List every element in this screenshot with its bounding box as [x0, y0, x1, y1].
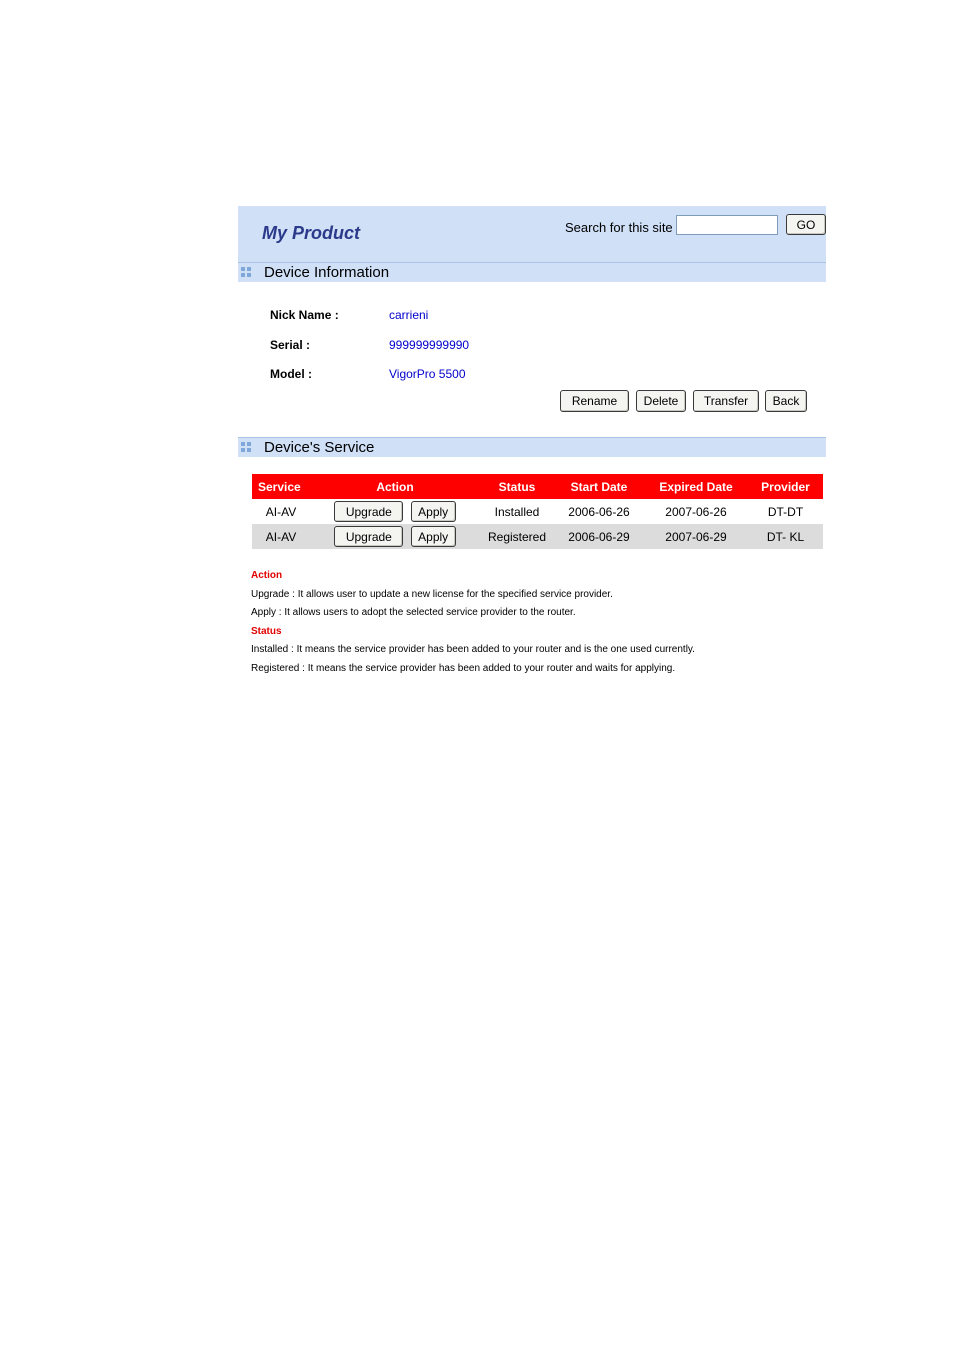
- device-information-title: Device Information: [264, 264, 390, 281]
- grid-icon: [241, 267, 251, 277]
- installed-note: Installed : It means the service provide…: [251, 644, 695, 656]
- provider-cell: DT- KL: [748, 524, 823, 549]
- column-header-start-date: Start Date: [554, 474, 644, 499]
- expired-date-cell: 2007-06-29: [644, 524, 748, 549]
- devices-service-bar: Device's Service: [238, 437, 826, 457]
- action-cell: Upgrade Apply: [310, 524, 480, 549]
- column-header-action: Action: [310, 474, 480, 499]
- apply-button[interactable]: Apply: [410, 526, 456, 547]
- devices-service: Service Action Status Start Date Expired…: [238, 457, 826, 689]
- service-cell: AI-AV: [252, 524, 310, 549]
- apply-button[interactable]: Apply: [410, 501, 456, 522]
- transfer-button[interactable]: Transfer: [693, 390, 759, 412]
- registered-note: Registered : It means the service provid…: [251, 662, 676, 674]
- column-header-expired-date: Expired Date: [644, 474, 748, 499]
- back-button[interactable]: Back: [765, 390, 807, 412]
- service-table: Service Action Status Start Date Expired…: [252, 474, 823, 549]
- legend-notes: Action Upgrade : It allows user to updat…: [251, 567, 695, 679]
- delete-button[interactable]: Delete: [636, 390, 686, 412]
- action-cell: Upgrade Apply: [310, 499, 480, 524]
- expired-date-cell: 2007-06-26: [665, 504, 727, 519]
- action-note-heading: Action: [251, 570, 283, 581]
- table-row: AI-AV Upgrade Apply Installed 2006-06-26…: [252, 499, 823, 524]
- search-label: Search for this site: [565, 220, 673, 235]
- nick-name-value: carrieni: [389, 308, 429, 322]
- start-date-cell: 2006-06-29: [554, 524, 644, 549]
- provider-cell: DT-DT: [767, 504, 804, 519]
- model-label: Model :: [270, 367, 312, 381]
- column-header-provider: Provider: [748, 474, 823, 499]
- table-header-row: Service Action Status Start Date Expired…: [252, 474, 823, 499]
- model-value: VigorPro 5500: [389, 367, 466, 381]
- grid-icon: [241, 442, 251, 452]
- serial-label: Serial :: [270, 338, 311, 352]
- start-date-cell: 2006-06-26: [568, 504, 630, 519]
- status-note-heading: Status: [251, 625, 282, 637]
- search-input[interactable]: [676, 215, 778, 235]
- apply-note: Apply : It allows users to adopt the sel…: [251, 607, 576, 619]
- service-cell: AI-AV: [265, 504, 297, 519]
- my-product-panel: My Product Search for this site GO Devic…: [238, 206, 826, 689]
- go-button[interactable]: GO: [786, 214, 826, 235]
- upgrade-button[interactable]: Upgrade: [334, 526, 404, 547]
- upgrade-note: Upgrade : It allows user to update a new…: [251, 588, 613, 600]
- page-header: My Product Search for this site GO: [238, 206, 826, 262]
- column-header-status: Status: [480, 474, 554, 499]
- page-title: My Product: [262, 223, 361, 243]
- nick-name-label: Nick Name :: [270, 308, 339, 322]
- devices-service-title: Device's Service: [264, 439, 375, 456]
- serial-value: 999999999990: [389, 338, 470, 352]
- upgrade-button[interactable]: Upgrade: [334, 501, 404, 522]
- table-row: AI-AV Upgrade Apply Registered 2006-06-2…: [252, 524, 823, 549]
- status-cell: Installed: [494, 504, 540, 519]
- rename-button[interactable]: Rename: [560, 390, 629, 412]
- device-information-bar: Device Information: [238, 262, 826, 282]
- device-information: Nick Name : carrieni Serial : 9999999999…: [238, 282, 826, 437]
- column-header-service: Service: [252, 474, 310, 499]
- status-cell: Registered: [480, 524, 554, 549]
